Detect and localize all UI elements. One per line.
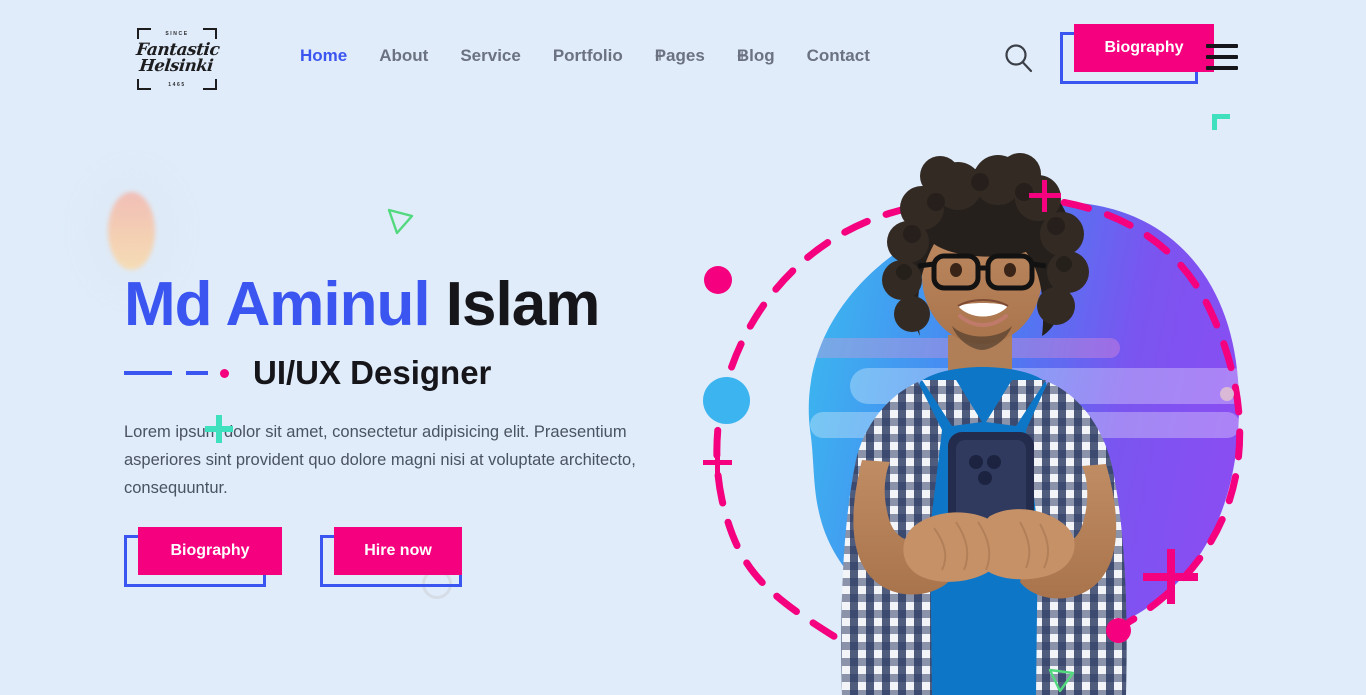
hire-now-button-label[interactable]: Hire now: [334, 527, 462, 575]
hero-title: Md Aminul Islam: [124, 274, 684, 336]
pink-plus-decoration-left: [703, 448, 732, 477]
hero-title-first: Md Aminul: [124, 270, 431, 339]
nav-item-blog[interactable]: Blog +: [737, 46, 799, 66]
hero-title-last: Islam: [445, 270, 601, 339]
main-navigation: Home About Service Portfolio Pages + Blo…: [300, 46, 902, 66]
hero-subtitle-row: UI/UX Designer: [124, 354, 684, 392]
nav-item-service[interactable]: Service: [460, 46, 545, 66]
page-root: SINCE Fantastic Helsinki 1465 Home About…: [0, 0, 1366, 695]
logo-since-label: SINCE: [165, 31, 189, 37]
hero-content: Md Aminul Islam UI/UX Designer Lorem ips…: [124, 170, 684, 589]
logo-name-line2: Helsinki: [138, 56, 215, 75]
nav-item-home[interactable]: Home: [300, 46, 371, 66]
hero-person-photo: [841, 153, 1127, 695]
pink-circle-decoration: [704, 266, 732, 294]
biography-button[interactable]: Biography: [124, 527, 282, 589]
dash-long-decoration: [124, 371, 172, 375]
hire-now-button[interactable]: Hire now: [320, 527, 464, 589]
nav-label: About: [379, 46, 429, 65]
chevron-plus-icon: +: [736, 46, 748, 66]
nav-label: Home: [300, 46, 348, 65]
green-triangle-icon-bottom: [1048, 668, 1076, 695]
site-header: SINCE Fantastic Helsinki 1465 Home About…: [0, 0, 1366, 117]
logo-year-label: 1465: [168, 82, 186, 88]
hero-illustration: [690, 130, 1290, 695]
hero-subtitle: UI/UX Designer: [253, 354, 492, 391]
teal-plus-decoration: [205, 415, 233, 443]
site-logo[interactable]: SINCE Fantastic Helsinki 1465: [135, 28, 220, 90]
nav-label: Contact: [806, 46, 870, 65]
header-biography-button-label[interactable]: Biography: [1074, 24, 1214, 72]
hero-paragraph: Lorem ipsum dolor sit amet, consectetur …: [124, 423, 636, 497]
biography-button-label[interactable]: Biography: [138, 527, 282, 575]
blue-circle-decoration: [703, 377, 750, 424]
pink-small-circle-decoration: [1106, 618, 1131, 643]
pink-plus-decoration-top: [1029, 180, 1061, 212]
chevron-plus-icon: +: [654, 46, 666, 66]
nav-item-pages[interactable]: Pages +: [655, 46, 729, 66]
pink-plus-decoration-right: [1143, 549, 1198, 604]
pink-dot-decoration: [220, 368, 229, 378]
nav-item-portfolio[interactable]: Portfolio: [553, 46, 647, 66]
hamburger-menu-icon[interactable]: [1206, 44, 1238, 72]
search-icon[interactable]: [1002, 42, 1036, 76]
header-biography-button[interactable]: Biography: [1060, 24, 1214, 86]
nav-item-about[interactable]: About: [379, 46, 452, 66]
nav-label: Portfolio: [552, 46, 623, 65]
nav-label: Service: [460, 46, 521, 65]
nav-item-contact[interactable]: Contact: [807, 46, 894, 66]
faint-dot-decoration: [1220, 387, 1234, 401]
logo-name: Fantastic Helsinki: [133, 40, 220, 75]
dash-short-decoration: [186, 371, 208, 375]
hero-button-row: Biography Hire now: [124, 527, 684, 589]
